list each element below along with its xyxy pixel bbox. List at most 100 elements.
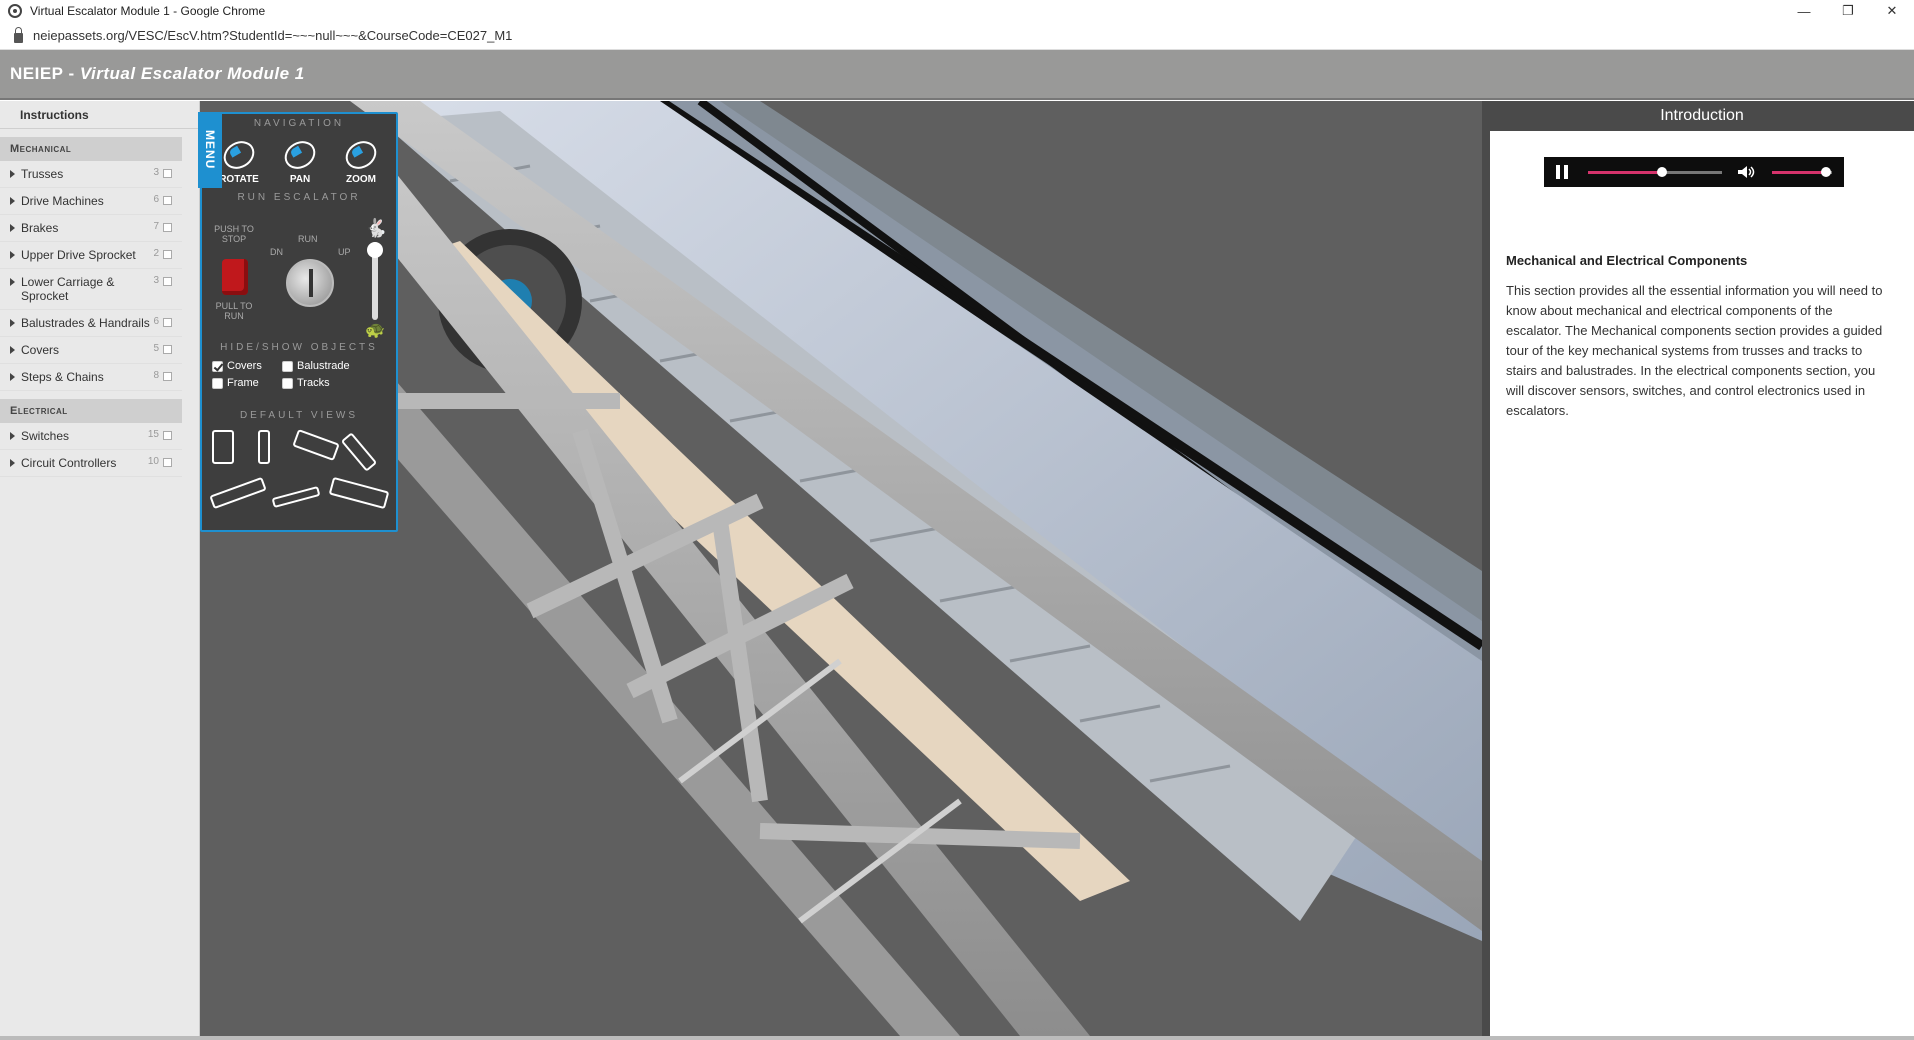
expand-triangle-icon[interactable] [10, 278, 15, 286]
frame-label: Frame [227, 377, 259, 389]
front-view-icon[interactable] [212, 430, 234, 464]
expand-triangle-icon[interactable] [10, 459, 15, 467]
expand-triangle-icon[interactable] [10, 346, 15, 354]
covers-toggle[interactable]: Covers [212, 360, 262, 372]
mechanical-item-count: 8 [153, 370, 159, 381]
mechanical-item-count: 3 [153, 275, 159, 286]
expand-triangle-icon[interactable] [10, 197, 15, 205]
sprocket-view-icon[interactable] [271, 485, 321, 509]
frame-checkbox[interactable] [212, 377, 223, 389]
app-title: NEIEP - Virtual Escalator Module 1 [10, 64, 305, 84]
mechanical-item[interactable]: Balustrades & Handrails 6 [0, 310, 182, 337]
emergency-stop-button[interactable] [222, 259, 248, 295]
mechanical-item-label: Steps & Chains [21, 370, 104, 384]
instructions-link[interactable]: Instructions [0, 101, 199, 129]
rabbit-icon: 🐇 [365, 218, 388, 238]
audio-player [1544, 157, 1844, 187]
key-up-label: UP [338, 247, 351, 257]
pan-label: PAN [289, 174, 311, 185]
restore-button[interactable]: ❐ [1826, 0, 1870, 22]
mechanical-item-count: 6 [153, 316, 159, 327]
seek-progress [1588, 171, 1662, 174]
pan-button[interactable]: PAN [275, 135, 325, 185]
diagonal-view-icon[interactable] [340, 432, 378, 472]
mechanical-item-count: 6 [153, 194, 159, 205]
window-title: Virtual Escalator Module 1 - Google Chro… [30, 4, 266, 18]
chrome-icon [8, 4, 22, 18]
key-run-label: RUN [298, 234, 318, 244]
mechanical-item[interactable]: Upper Drive Sprocket 2 [0, 242, 182, 269]
completion-checkbox [163, 431, 172, 440]
expand-triangle-icon[interactable] [10, 432, 15, 440]
run-escalator-header: RUN ESCALATOR [237, 192, 361, 203]
tracks-checkbox[interactable] [282, 377, 293, 389]
electrical-list: Switches 15 Circuit Controllers 10 [0, 423, 199, 477]
side-view-icon[interactable] [258, 430, 270, 464]
mechanical-item-label: Lower Carriage & Sprocket [21, 275, 115, 303]
expand-triangle-icon[interactable] [10, 251, 15, 259]
app-header: NEIEP - Virtual Escalator Module 1 [0, 50, 1914, 100]
seek-bar[interactable] [1588, 167, 1722, 177]
expand-triangle-icon[interactable] [10, 373, 15, 381]
mechanical-item-label: Trusses [21, 167, 64, 181]
mechanical-item[interactable]: Trusses 3 [0, 161, 182, 188]
address-bar[interactable]: neiepassets.org/VESC/EscV.htm?StudentId=… [0, 22, 1914, 50]
turtle-icon: 🐢 [365, 322, 385, 339]
default-views-header: DEFAULT VIEWS [239, 410, 359, 421]
completion-checkbox [163, 345, 172, 354]
expand-triangle-icon[interactable] [10, 170, 15, 178]
lock-icon [14, 26, 23, 43]
direction-key-switch[interactable] [286, 259, 334, 307]
electrical-item-count: 15 [147, 429, 159, 440]
covers-checkbox[interactable] [212, 360, 223, 372]
mechanical-item[interactable]: Lower Carriage & Sprocket 3 [0, 269, 182, 310]
top-angle-view-icon[interactable] [292, 429, 340, 461]
volume-knob[interactable] [1821, 167, 1831, 177]
url-text[interactable]: neiepassets.org/VESC/EscV.htm?StudentId=… [33, 28, 512, 43]
brand-name: NEIEP [10, 64, 64, 83]
speed-slider-knob[interactable] [367, 242, 383, 258]
expand-triangle-icon[interactable] [10, 224, 15, 232]
lower-view-icon[interactable] [209, 476, 267, 510]
zoom-button[interactable]: ZOOM [336, 135, 386, 185]
title-separator: - [63, 64, 80, 83]
zoom-label: ZOOM [346, 174, 376, 185]
menu-tab[interactable]: MENU [198, 112, 222, 188]
electrical-item[interactable]: Switches 15 [0, 423, 182, 450]
pull-to-run-label: PULL TO RUN [215, 301, 253, 321]
tracks-label: Tracks [297, 377, 330, 389]
mechanical-item[interactable]: Steps & Chains 8 [0, 364, 182, 391]
sidebar: Instructions Mechanical Trusses 3 Drive Ma… [0, 101, 200, 1036]
mouse-icon [218, 135, 260, 175]
mechanical-item[interactable]: Covers 5 [0, 337, 182, 364]
tracks-toggle[interactable]: Tracks [282, 377, 330, 389]
electrical-item[interactable]: Circuit Controllers 10 [0, 450, 182, 477]
balustrade-checkbox[interactable] [282, 360, 293, 372]
mechanical-item-count: 2 [153, 248, 159, 259]
info-panel: Introduction Mechanical and Electrical C… [1482, 101, 1914, 1036]
mouse-icon [279, 135, 321, 175]
pause-icon[interactable] [1556, 165, 1568, 179]
electrical-item-label: Circuit Controllers [21, 456, 117, 470]
hide-show-header: HIDE/SHOW OBJECTS [220, 342, 378, 353]
close-button[interactable]: ✕ [1870, 0, 1914, 22]
mechanical-list: Trusses 3 Drive Machines 6 Brakes 7 Upper Driv… [0, 161, 199, 391]
balustrade-toggle[interactable]: Balustrade [282, 360, 350, 372]
browser-titlebar: Virtual Escalator Module 1 - Google Chro… [0, 0, 1914, 22]
mechanical-item[interactable]: Drive Machines 6 [0, 188, 182, 215]
mechanical-item[interactable]: Brakes 7 [0, 215, 182, 242]
rotate-label: ROTATE [219, 174, 259, 185]
panel-header: Introduction [1490, 101, 1914, 131]
section-title: Mechanical and Electrical Components [1506, 253, 1748, 268]
expand-triangle-icon[interactable] [10, 319, 15, 327]
mechanical-item-count: 5 [153, 343, 159, 354]
volume-icon[interactable] [1738, 166, 1756, 178]
navigation-header: NAVIGATION [253, 118, 345, 129]
seek-knob[interactable] [1656, 167, 1667, 177]
frame-toggle[interactable]: Frame [212, 377, 259, 389]
push-to-stop-label: PUSH TO STOP [214, 224, 254, 244]
volume-slider[interactable] [1772, 167, 1832, 177]
minimize-button[interactable]: — [1782, 0, 1826, 22]
upper-view-icon[interactable] [328, 476, 390, 510]
completion-checkbox [163, 223, 172, 232]
